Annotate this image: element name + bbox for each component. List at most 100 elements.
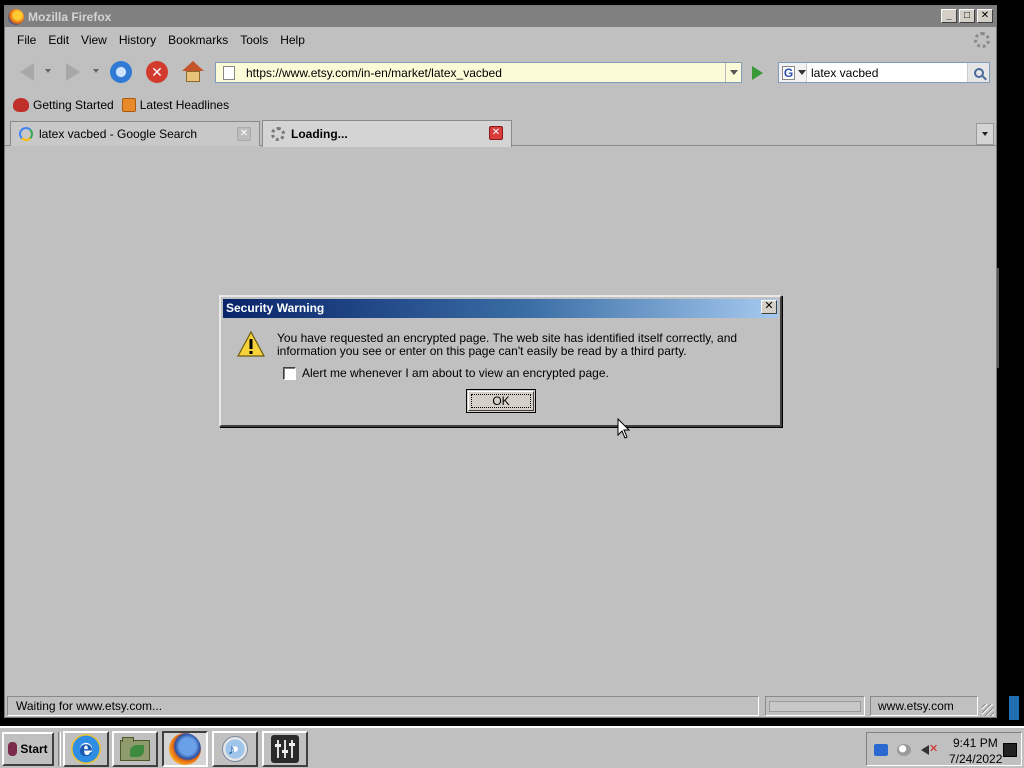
system-tray: ✕ 9:41 PM 7/24/2022 xyxy=(866,732,1022,766)
bookmark-label: Getting Started xyxy=(33,98,114,112)
google-favicon-icon xyxy=(19,127,33,141)
go-button[interactable] xyxy=(748,64,766,82)
dialog-message: You have requested an encrypted page. Th… xyxy=(277,331,738,358)
tab-list-button[interactable] xyxy=(976,123,994,145)
chevron-down-icon xyxy=(982,132,988,136)
internet-explorer-icon: e xyxy=(71,734,101,764)
ok-button-label: OK xyxy=(492,394,510,408)
navigation-toolbar: ✕ https://www.etsy.com/in-en/market/late… xyxy=(5,56,996,88)
taskbar-firefox[interactable] xyxy=(162,731,208,767)
clock-date[interactable]: 7/24/2022 xyxy=(949,752,1002,766)
chevron-down-icon xyxy=(729,70,738,75)
stop-button[interactable]: ✕ xyxy=(143,58,171,86)
taskbar-audio-mixer[interactable] xyxy=(262,731,308,767)
home-icon xyxy=(182,61,204,83)
menu-edit[interactable]: Edit xyxy=(42,33,75,47)
back-arrow-icon xyxy=(20,63,34,81)
start-logo-icon xyxy=(8,742,18,756)
url-text[interactable]: https://www.etsy.com/in-en/market/latex_… xyxy=(246,66,502,80)
search-input[interactable]: latex vacbed xyxy=(811,66,967,80)
clock-time[interactable]: 9:41 PM xyxy=(953,736,998,750)
taskbar-file-manager[interactable] xyxy=(112,731,158,767)
firefox-icon xyxy=(169,733,201,765)
page-icon xyxy=(223,65,235,80)
status-bar: Waiting for www.etsy.com... www.etsy.com xyxy=(5,694,996,718)
throbber-icon xyxy=(974,32,990,48)
checkbox-label[interactable]: Alert me whenever I am about to view an … xyxy=(302,366,609,380)
window-titlebar[interactable]: Mozilla Firefox _ □ ✕ xyxy=(5,6,996,27)
go-arrow-icon xyxy=(751,66,763,80)
bookmarks-toolbar: Getting Started Latest Headlines xyxy=(5,94,996,116)
taskbar-internet-explorer[interactable]: e xyxy=(63,731,109,767)
bookmark-latest-headlines[interactable]: Latest Headlines xyxy=(121,98,230,112)
dialog-title[interactable]: Security Warning xyxy=(223,299,778,318)
menu-bookmarks[interactable]: Bookmarks xyxy=(162,33,234,47)
stop-icon: ✕ xyxy=(146,61,168,83)
screen-edge xyxy=(997,0,1024,726)
start-button[interactable]: Start xyxy=(2,732,54,766)
url-history-dropdown[interactable] xyxy=(725,63,741,82)
home-button[interactable] xyxy=(179,58,207,86)
back-history-dropdown-icon[interactable] xyxy=(45,69,51,73)
taskbar-separator xyxy=(58,732,61,766)
alert-encrypted-checkbox-row[interactable]: Alert me whenever I am about to view an … xyxy=(283,366,609,380)
tab-google-search[interactable]: latex vacbed - Google Search ✕ xyxy=(10,121,260,146)
minimize-button[interactable]: _ xyxy=(941,9,957,23)
start-label: Start xyxy=(20,742,48,756)
search-bar[interactable]: G latex vacbed xyxy=(778,62,990,83)
loading-spinner-icon xyxy=(271,127,285,141)
warning-icon xyxy=(237,331,265,357)
tab-bar: latex vacbed - Google Search ✕ Loading..… xyxy=(5,119,996,147)
menu-history[interactable]: History xyxy=(113,33,162,47)
forward-history-dropdown-icon[interactable] xyxy=(93,69,99,73)
dialog-close-button[interactable]: ✕ xyxy=(761,300,777,314)
menu-view[interactable]: View xyxy=(75,33,113,47)
menu-file[interactable]: File xyxy=(11,33,42,47)
status-text: Waiting for www.etsy.com... xyxy=(7,696,759,716)
reload-icon xyxy=(110,61,132,83)
security-warning-dialog: Security Warning ✕ You have requested an… xyxy=(219,295,782,427)
back-button[interactable] xyxy=(13,58,41,86)
show-desktop-icon[interactable] xyxy=(1003,743,1017,757)
bookmark-label: Latest Headlines xyxy=(139,98,230,112)
menu-help[interactable]: Help xyxy=(274,33,311,47)
ok-button[interactable]: OK xyxy=(466,389,536,413)
progress-track xyxy=(769,701,861,712)
tab-close-button[interactable]: ✕ xyxy=(237,127,251,141)
tab-label: latex vacbed - Google Search xyxy=(39,127,198,141)
menu-tools[interactable]: Tools xyxy=(234,33,274,47)
volume-icon[interactable] xyxy=(921,745,929,755)
forward-arrow-icon xyxy=(66,63,80,81)
media-player-icon: ♪ xyxy=(220,734,250,764)
forward-button[interactable] xyxy=(59,58,87,86)
address-bar[interactable]: https://www.etsy.com/in-en/market/latex_… xyxy=(215,62,742,83)
bookmark-getting-started-icon xyxy=(13,98,29,112)
search-button[interactable] xyxy=(967,63,989,82)
tab-loading[interactable]: Loading... ✕ xyxy=(262,120,512,147)
maximize-button[interactable]: □ xyxy=(959,9,975,23)
window-controls: _ □ ✕ xyxy=(941,9,993,23)
menu-bar: File Edit View History Bookmarks Tools H… xyxy=(5,29,996,51)
network-icon[interactable] xyxy=(874,744,888,756)
audio-mixer-icon xyxy=(271,735,299,763)
close-button[interactable]: ✕ xyxy=(977,9,993,23)
alert-encrypted-checkbox[interactable] xyxy=(283,366,296,380)
mute-icon: ✕ xyxy=(929,743,939,755)
desktop-screen: Mozilla Firefox _ □ ✕ File Edit View His… xyxy=(0,0,1024,768)
window-title: Mozilla Firefox xyxy=(28,9,112,24)
edge-tag-icon xyxy=(1009,696,1019,720)
search-icon xyxy=(973,67,984,78)
taskbar-media-player[interactable]: ♪ xyxy=(212,731,258,767)
google-icon: G xyxy=(782,65,795,80)
reload-button[interactable] xyxy=(107,58,135,86)
progress-meter xyxy=(765,696,865,716)
tab-close-button[interactable]: ✕ xyxy=(489,126,503,140)
resize-grip-icon[interactable] xyxy=(982,704,994,716)
bookmark-getting-started[interactable]: Getting Started xyxy=(13,98,114,112)
chevron-down-icon xyxy=(798,70,806,75)
taskbar: Start e ♪ ✕ 9:41 PM 7/24/2022 xyxy=(0,726,1024,768)
rss-feed-icon xyxy=(121,98,136,112)
users-icon[interactable] xyxy=(897,744,911,756)
tab-label: Loading... xyxy=(291,127,348,141)
search-engine-selector[interactable]: G xyxy=(779,63,807,82)
